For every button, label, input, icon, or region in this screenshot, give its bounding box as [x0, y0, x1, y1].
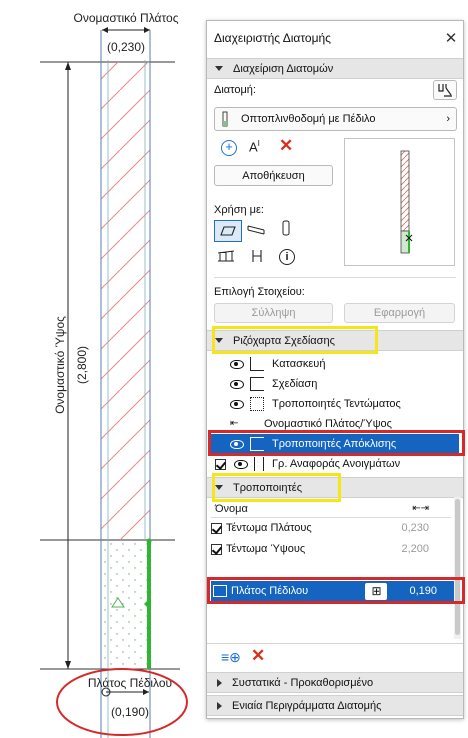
- object-usage-icon[interactable]: [249, 248, 267, 266]
- nominal-size-icon: ⇤: [230, 418, 239, 429]
- table-row[interactable]: Τέντωμα Πλάτους 0,230: [211, 518, 459, 538]
- profile-select-value: Οπτοπλινθοδομή με Πέδιλο: [241, 113, 376, 125]
- usage-label: Χρήση με:: [214, 204, 264, 216]
- save-button[interactable]: Αποθήκευση: [214, 165, 333, 186]
- yellow-highlight-modifiers: [212, 473, 341, 502]
- profile-thumbnail-icon: [222, 111, 228, 127]
- expand-triangle-icon: [217, 678, 222, 687]
- visibility-eye-icon[interactable]: [234, 459, 248, 469]
- tree-item[interactable]: Σχεδίαση: [211, 374, 459, 394]
- profile-manager-palette: Διαχειριστής Διατομής ✕ Διαχείριση Διατο…: [206, 20, 464, 719]
- construction-icon: [250, 357, 264, 371]
- checkbox[interactable]: [211, 543, 222, 555]
- section-header-contours[interactable]: Ενιαία Περιγράμματα Διατομής: [207, 695, 463, 716]
- visibility-eye-icon[interactable]: [230, 399, 244, 409]
- chevron-right-icon: ›: [446, 113, 450, 125]
- row-value: 0,230: [401, 522, 429, 534]
- column-header-name: Όνομα: [215, 502, 248, 515]
- scrollbar[interactable]: [454, 497, 461, 639]
- apply-button[interactable]: Εφαρμογή: [344, 303, 455, 323]
- tree-item-label: Ονομαστικό Πλάτος/Ύψος: [264, 418, 392, 430]
- section-header-label: Ενιαία Περιγράμματα Διατομής: [232, 699, 382, 712]
- tree-item[interactable]: Γρ. Αναφοράς Ανοιγμάτων: [211, 454, 459, 474]
- section-header-components[interactable]: Συστατικά - Προκαθορισμένο: [207, 672, 463, 693]
- collapse-triangle-icon: [215, 66, 223, 71]
- railing-usage-icon[interactable]: [217, 249, 237, 265]
- add-modifier-icon[interactable]: ≡⊕: [221, 649, 241, 666]
- profile-label: Διατομή:: [214, 84, 256, 96]
- footing-width-title: Πλάτος Πέδιλου: [88, 676, 172, 690]
- wall-usage-icon[interactable]: [214, 220, 242, 242]
- table-row[interactable]: Τέντωμα Ύψους 2,200: [211, 539, 459, 559]
- tree-item-label: Τροποποιητές Τεντώματος: [272, 398, 401, 410]
- profile-select[interactable]: Οπτοπλινθοδομή με Πέδιλο ›: [214, 107, 457, 131]
- height-dimension-value: (2,800): [75, 346, 89, 384]
- row-name: Τέντωμα Πλάτους: [226, 522, 312, 534]
- tree-item[interactable]: Τροποποιητές Τεντώματος: [211, 394, 459, 414]
- add-new-icon[interactable]: +: [221, 140, 237, 156]
- section-preview-drawing: Ονομαστικό Πλάτος (0,230) Ονομαστικό Ύψο…: [40, 11, 188, 738]
- top-dimension-title: Ονομαστικό Πλάτος: [74, 11, 179, 25]
- close-icon[interactable]: ✕: [439, 26, 463, 50]
- section-header-label: Διαχείριση Διατομών: [233, 62, 334, 75]
- scrollbar-thumb[interactable]: [455, 499, 460, 635]
- red-highlight-offset-row: [207, 577, 465, 604]
- visibility-eye-icon[interactable]: [230, 359, 244, 369]
- delete-modifier-icon[interactable]: ✕: [251, 646, 265, 666]
- expand-triangle-icon: [217, 701, 222, 710]
- tree-item-label: Σχεδίαση: [272, 378, 318, 390]
- checkbox[interactable]: [215, 458, 226, 470]
- row-name: Τέντωμα Ύψους: [226, 543, 306, 555]
- opening-reference-icon: [254, 457, 264, 471]
- tree-item-label: Κατασκευή: [272, 358, 326, 370]
- column-usage-icon[interactable]: [280, 220, 294, 240]
- palette-titlebar: Διαχειριστής Διατομής ✕: [207, 21, 463, 55]
- visibility-eye-icon[interactable]: [230, 379, 244, 389]
- tree-item-label: Γρ. Αναφοράς Ανοιγμάτων: [272, 458, 401, 470]
- checkbox[interactable]: [211, 522, 222, 534]
- top-dimension-value: (0,230): [107, 40, 145, 54]
- row-value: 2,200: [401, 543, 429, 555]
- width-arrows-icon: ⇤⇥: [412, 503, 429, 514]
- red-highlight-offset-modifiers: [208, 430, 465, 456]
- footing-width-value: (0,190): [111, 705, 149, 719]
- modifiers-table-header: Όνομα ⇤⇥: [211, 500, 451, 518]
- stretch-modifier-icon: [250, 397, 264, 411]
- drafting-icon: [250, 377, 264, 391]
- info-icon[interactable]: i: [279, 249, 295, 265]
- profile-settings-icon[interactable]: [433, 80, 457, 100]
- pick-button[interactable]: Σύλληψη: [214, 303, 333, 323]
- beam-usage-icon[interactable]: [247, 222, 267, 240]
- yellow-highlight-drafting: [212, 326, 378, 354]
- rename-icon[interactable]: AI: [249, 139, 260, 154]
- profile-preview: [344, 138, 455, 266]
- delete-icon[interactable]: ✕: [279, 136, 293, 156]
- height-dimension-title: Ονομαστικό Ύψος: [53, 316, 67, 414]
- tree-item[interactable]: Κατασκευή: [211, 354, 459, 374]
- palette-title: Διαχειριστής Διατομής: [214, 31, 331, 45]
- section-header-label: Συστατικά - Προκαθορισμένο: [232, 676, 374, 689]
- element-choice-label: Επιλογή Στοιχείου:: [214, 286, 305, 298]
- section-header-manage[interactable]: Διαχείριση Διατομών: [207, 58, 463, 79]
